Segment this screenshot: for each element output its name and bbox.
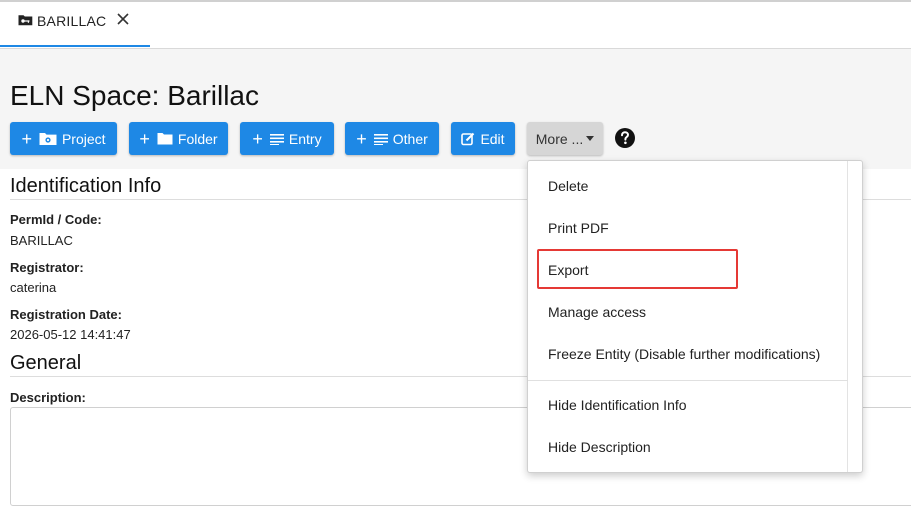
add-folder-button[interactable]: + Folder (129, 122, 228, 155)
plus-icon: + (356, 128, 367, 149)
tab-bar: BARILLAC (0, 0, 911, 49)
permid-value: BARILLAC (10, 233, 73, 248)
menu-item-delete[interactable]: Delete (548, 178, 588, 194)
more-button[interactable]: More ... (527, 122, 603, 155)
plus-icon: + (139, 128, 150, 149)
lines-icon (373, 133, 388, 145)
edit-icon (461, 132, 475, 145)
menu-item-print-pdf[interactable]: Print PDF (548, 220, 609, 236)
edit-button[interactable]: Edit (451, 122, 515, 155)
project-folder-icon (39, 132, 57, 145)
tab-label: BARILLAC (37, 13, 107, 29)
add-project-button[interactable]: + Project (10, 122, 117, 155)
registration-date-label: Registration Date: (10, 307, 122, 322)
general-heading: General (10, 352, 82, 374)
more-label: More ... (535, 130, 584, 147)
folder-label: Folder (177, 130, 218, 147)
page-title: ELN Space: Barillac (10, 80, 260, 111)
description-label: Description: (10, 390, 86, 405)
plus-icon: + (252, 128, 263, 149)
registrator-label: Registrator: (10, 260, 84, 275)
identification-info-heading: Identification Info (10, 175, 162, 197)
lines-icon (269, 133, 284, 145)
tab-barillac[interactable]: BARILLAC (0, 0, 150, 47)
folder-icon (157, 133, 173, 145)
menu-item-export[interactable]: Export (548, 262, 588, 278)
help-icon[interactable] (614, 127, 636, 149)
plus-icon: + (21, 128, 32, 149)
menu-item-manage-access[interactable]: Manage access (548, 304, 646, 320)
menu-divider (528, 380, 848, 381)
caret-down-icon (586, 136, 595, 141)
add-entry-button[interactable]: + Entry (240, 122, 334, 155)
close-icon[interactable] (116, 12, 130, 26)
registration-date-value: 2026-05-12 14:41:47 (10, 327, 131, 342)
menu-item-freeze-entity[interactable]: Freeze Entity (Disable further modificat… (548, 346, 820, 362)
add-other-button[interactable]: + Other (345, 122, 439, 155)
edit-label: Edit (480, 130, 505, 147)
menu-item-hide-description[interactable]: Hide Description (548, 439, 651, 455)
entry-label: Entry (288, 130, 322, 147)
other-label: Other (392, 130, 428, 147)
menu-item-hide-identification-info[interactable]: Hide Identification Info (548, 397, 687, 413)
registrator-value: caterina (10, 280, 57, 295)
more-dropdown-menu: Delete Print PDF Export Manage access Fr… (527, 160, 863, 473)
folder-key-icon (18, 15, 33, 26)
permid-label: PermId / Code: (10, 212, 102, 227)
project-label: Project (61, 130, 106, 147)
dropdown-scrollbar[interactable] (847, 161, 848, 472)
